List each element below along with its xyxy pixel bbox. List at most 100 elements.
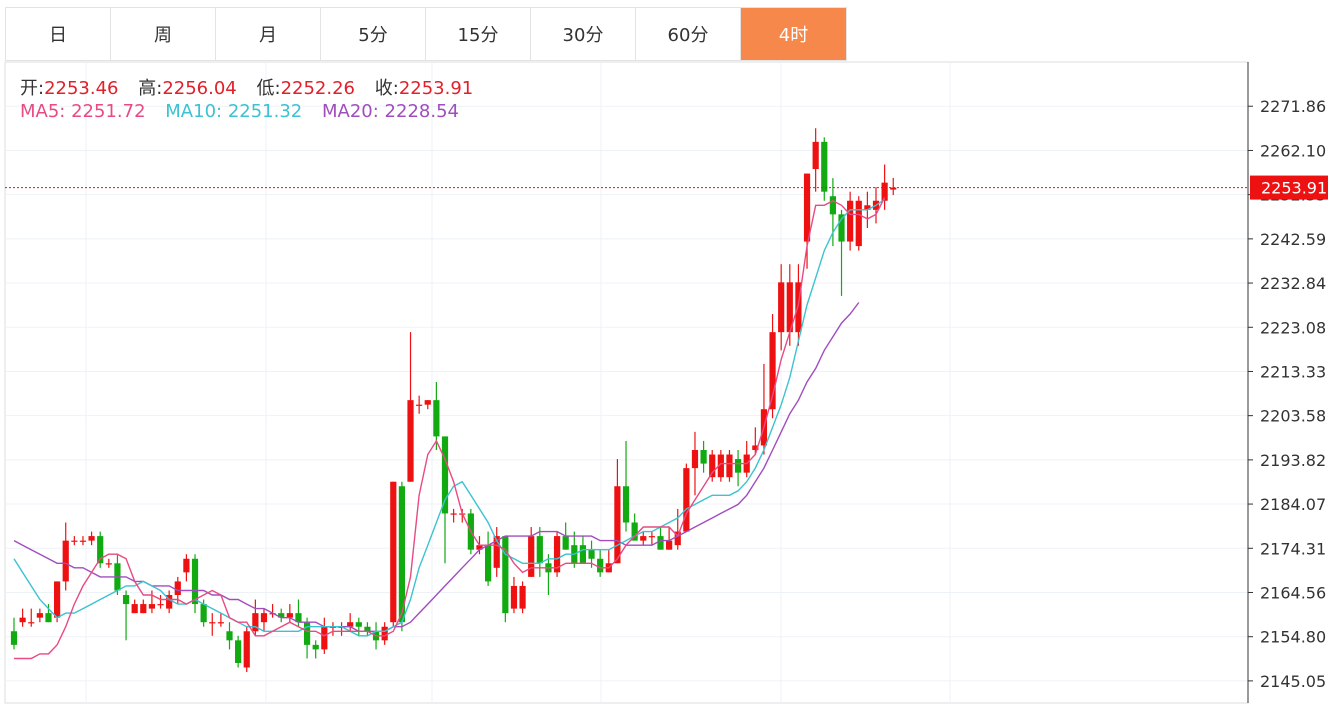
candle-body — [450, 513, 457, 515]
candle — [485, 531, 492, 586]
candle-body — [416, 404, 423, 406]
candle — [105, 558, 112, 568]
candle — [855, 196, 862, 251]
price-tick-label: 2203.58 — [1260, 407, 1326, 426]
candle — [157, 595, 164, 609]
candle-body — [174, 581, 181, 596]
candle — [269, 604, 276, 618]
candle — [217, 613, 224, 627]
candle-body — [286, 613, 293, 618]
ma10-line — [13, 198, 886, 637]
low-label: 低: — [256, 78, 281, 99]
candle-body — [243, 631, 250, 668]
candle-body — [821, 141, 828, 192]
ma5-value: 2251.72 — [71, 101, 146, 122]
candle — [140, 599, 147, 614]
candle — [19, 608, 26, 627]
plot-border — [4, 61, 1249, 704]
candle-body — [536, 536, 543, 564]
candle — [657, 527, 664, 550]
candle — [519, 581, 526, 614]
candle — [235, 635, 242, 668]
chart-grid — [4, 61, 1249, 704]
candle-body — [407, 400, 414, 482]
candle-body — [622, 486, 630, 523]
candle — [683, 463, 690, 532]
candle — [243, 626, 250, 673]
candle — [691, 431, 699, 496]
price-tick-label: 2223.08 — [1260, 318, 1326, 337]
candle-body — [683, 468, 690, 532]
high-value: 2256.04 — [162, 78, 237, 99]
candle-body — [364, 626, 371, 632]
candle-body — [778, 282, 785, 333]
candle — [398, 481, 405, 632]
candle — [536, 527, 543, 577]
candle — [700, 440, 707, 473]
candle-body — [235, 640, 242, 663]
candle — [847, 191, 854, 251]
candle-body — [226, 631, 233, 641]
candle — [191, 554, 199, 614]
candle — [734, 449, 742, 487]
candle — [329, 622, 337, 636]
candle — [10, 617, 18, 650]
candle-body — [485, 545, 492, 582]
candle-body — [648, 536, 655, 538]
candle-body — [321, 626, 328, 650]
candle — [407, 332, 414, 482]
ma-readout: MA5: 2251.72 MA10: 2251.32 MA20: 2228.54 — [20, 101, 459, 122]
candle — [390, 481, 397, 627]
candle-body — [381, 626, 388, 641]
candle-body — [45, 613, 52, 623]
current-price-label: 2253.91 — [1261, 179, 1327, 198]
candle-body — [726, 454, 733, 478]
candle-body — [62, 540, 69, 582]
price-tick-label: 2262.10 — [1260, 141, 1326, 160]
candle-body — [36, 613, 43, 618]
price-tick-label: 2193.82 — [1260, 451, 1326, 470]
candle-body — [88, 536, 95, 541]
candle-body — [303, 622, 311, 645]
candle — [571, 531, 578, 568]
candle-body — [657, 536, 664, 550]
candle-body — [734, 459, 742, 473]
low-value: 2252.26 — [280, 78, 356, 99]
candle — [79, 536, 87, 546]
candle — [640, 531, 647, 546]
ma5-label: MA5: — [20, 101, 66, 122]
candle-body — [79, 540, 87, 542]
candle — [605, 549, 612, 573]
candle-body — [19, 617, 26, 623]
candle-body — [191, 558, 199, 605]
candle-body — [614, 486, 621, 564]
ma5-line — [14, 197, 886, 660]
candle-body — [441, 436, 449, 514]
candle — [62, 522, 69, 591]
price-tick-label: 2174.31 — [1260, 539, 1326, 558]
candles — [10, 128, 897, 673]
candle — [381, 622, 388, 645]
candle-body — [209, 622, 216, 624]
candle-body — [71, 540, 78, 542]
candle — [821, 137, 828, 201]
candle — [614, 459, 621, 564]
price-tick-label: 2213.33 — [1260, 362, 1326, 381]
ohlc-readout: 开:2253.46 高:2256.04 低:2252.26 收:2253.91 — [20, 74, 487, 100]
price-tick-label: 2145.05 — [1260, 672, 1326, 691]
candle-body — [433, 400, 440, 437]
candle-body — [640, 536, 647, 541]
candle — [666, 527, 673, 550]
candle-body — [519, 585, 526, 609]
candle — [148, 590, 156, 614]
candle — [510, 576, 518, 614]
candle-body — [140, 604, 147, 614]
candle-body — [597, 558, 604, 573]
candle-body — [588, 549, 595, 559]
candle-body — [390, 481, 397, 623]
ma-lines — [13, 197, 886, 660]
candle-body — [502, 536, 509, 614]
candle — [648, 531, 655, 546]
candle-body — [28, 622, 35, 624]
candle — [778, 264, 785, 351]
